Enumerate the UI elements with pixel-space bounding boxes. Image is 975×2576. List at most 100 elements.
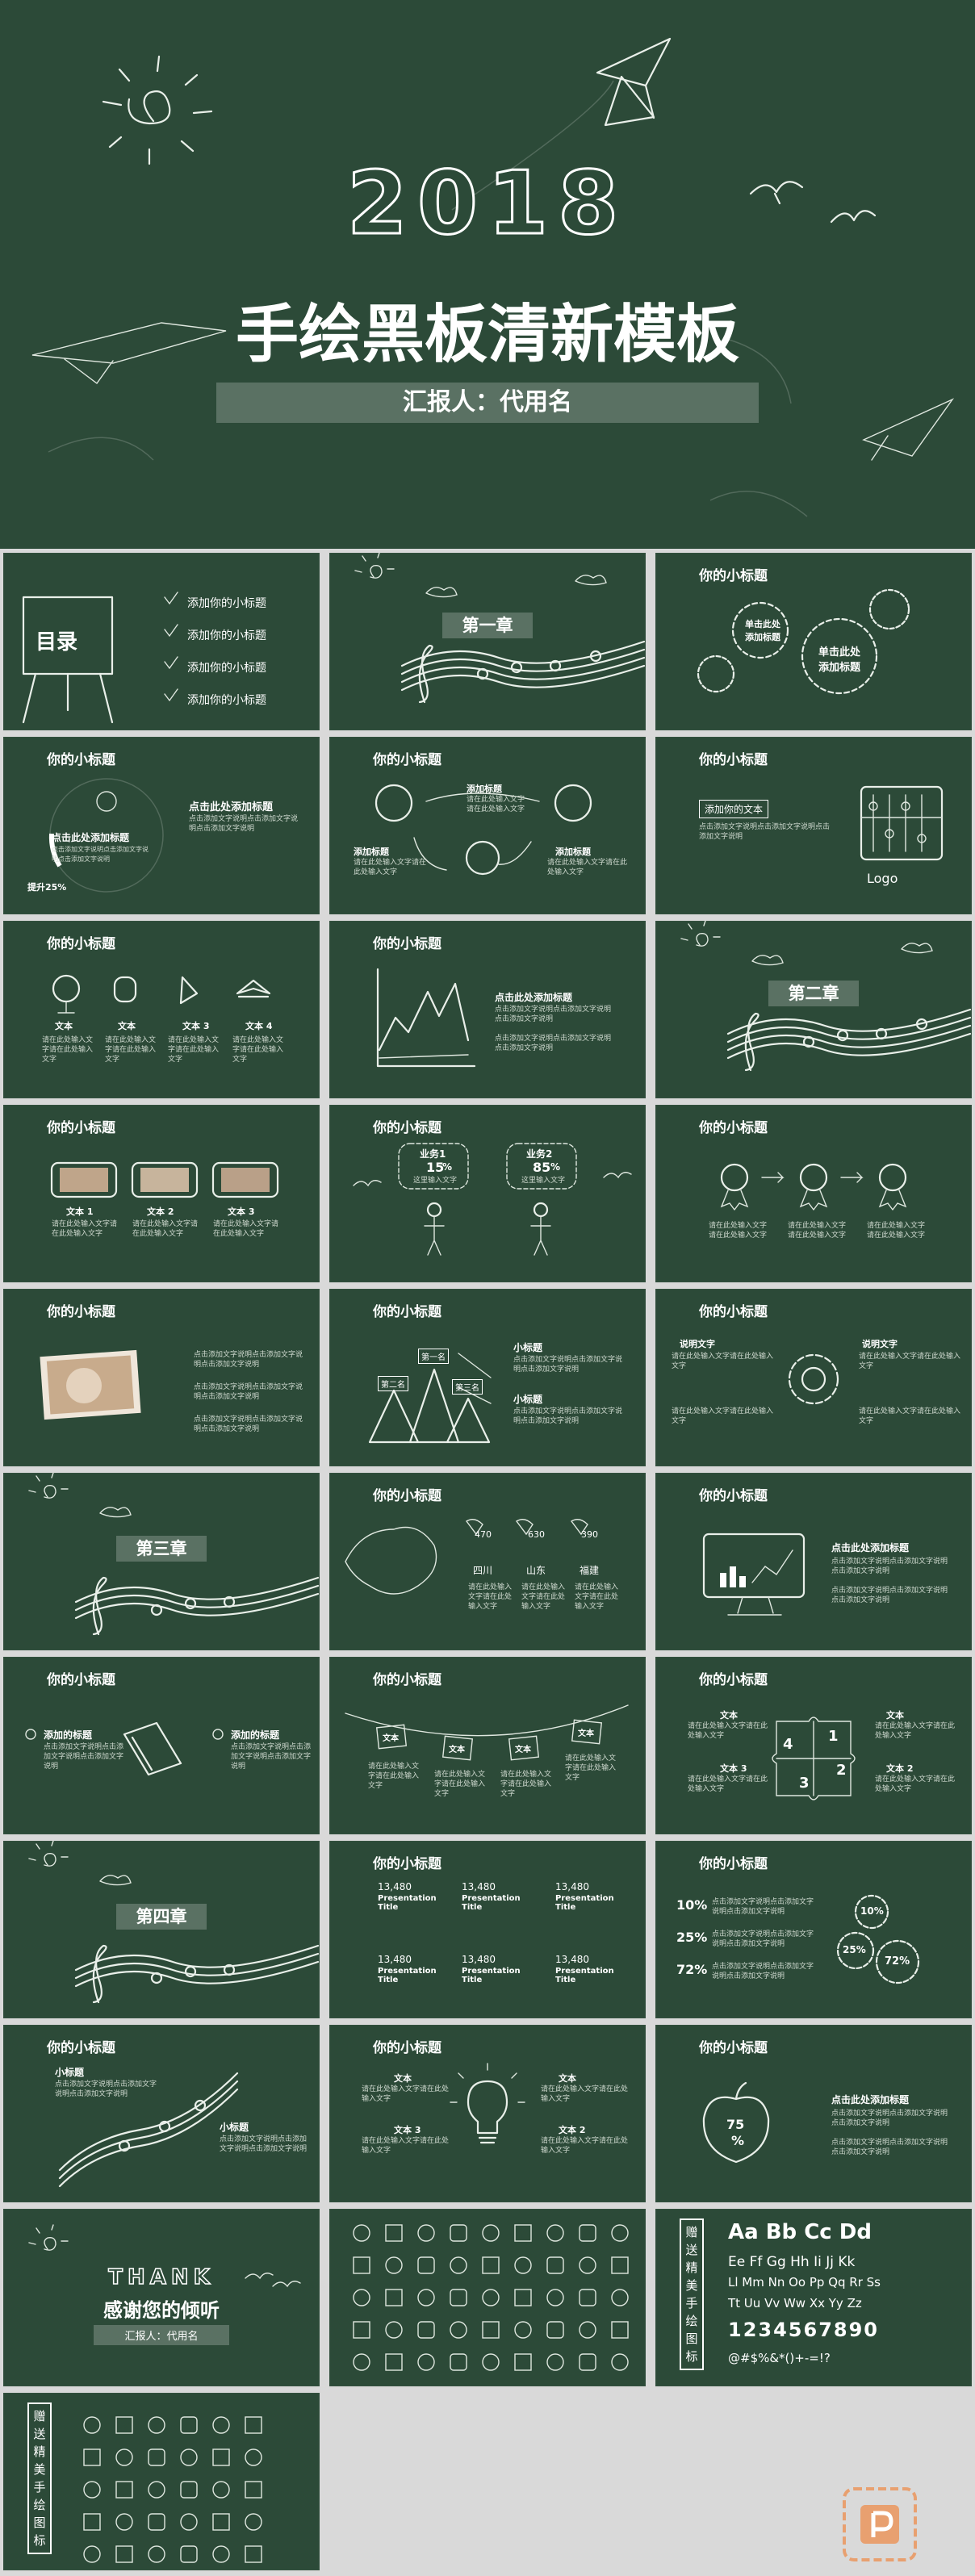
toc-item[interactable]: 添加你的小标题 [187, 595, 266, 611]
stat-title: Presentation Title [555, 1894, 614, 1912]
slide-chapter-1[interactable]: 第一章 [329, 553, 646, 730]
bulb-text: 请在此处输入文字请在此处输入文字 [362, 2137, 450, 2155]
slide-icons-4[interactable]: 你的小标题 文本 文本 文本 3 文本 4 请在此处输入文字请在此处输入文字 请… [3, 921, 320, 1098]
bulb-label: 文本 2 [559, 2125, 586, 2135]
apple-value: 75 [726, 2117, 745, 2132]
slide-cat-photo[interactable]: 你的小标题 点击添加文字说明点击添加文字说明点击添加文字说明 点击添加文字说明点… [3, 1289, 320, 1466]
puzzle-label: 文本 2 [886, 1763, 914, 1774]
puzzle-label: 文本 [886, 1710, 904, 1721]
slide-thanks[interactable]: THANK 感谢您的倾听 汇报人：代用名 [3, 2209, 320, 2386]
slide-podium[interactable]: 你的小标题 第一名 第二名 第三名 小标题 点击添加文字说明点击添加文字说明点击… [329, 1289, 646, 1466]
toc-item[interactable]: 添加你的小标题 [187, 659, 266, 675]
slide-progress[interactable]: 你的小标题 点击此处添加标题 点击添加文字说明点击添加文字说明点击添加文字说明 … [3, 737, 320, 914]
map-value: 630 [528, 1529, 545, 1540]
slide-chapter-3[interactable]: 第三章 [3, 1473, 320, 1650]
slide-photos-3[interactable]: 你的小标题 文本 1 文本 2 文本 3 请在此处输入文字请在此处输入文字 请在… [3, 1105, 320, 1282]
gear-text: 请在此处输入文字请在此处输入文字 [672, 1353, 774, 1370]
music-text: 点击添加文字说明点击添加文字说明点击添加文字说明 [220, 2135, 308, 2153]
photo-text: 请在此处输入文字请在此处输入文字 [132, 1220, 199, 1238]
thanks-en: THANK [107, 2264, 215, 2290]
gear-label: 单击此处添加标题 [745, 619, 780, 642]
gear-percent: 72% [885, 1955, 910, 1968]
map-province: 山东 [526, 1565, 546, 1576]
paper-plane-right [862, 398, 955, 461]
percent-text: 点击添加文字说明点击添加文字说明点击添加文字说明 [712, 1963, 814, 1980]
percent-value: 72% [676, 1962, 708, 1977]
map-text: 请在此处输入文字请在此处输入文字 [575, 1583, 619, 1611]
slide-cycle[interactable]: 你的小标题 添加标题 请在此处输入文字请在此处输入文字 添加标题 请在此处输入文… [329, 737, 646, 914]
cycle-doodle [375, 784, 592, 876]
notebook-text: 点击添加文字说明点击添加文字说明点击添加文字说明 [44, 1743, 124, 1771]
slide-map[interactable]: 你的小标题 470 630 390 四川 山东 福建 请在此处输入文字请在此处输… [329, 1473, 646, 1650]
big-gear [788, 1353, 839, 1405]
music-doodle [58, 2072, 239, 2188]
stat-value: 13,480 [378, 1881, 412, 1892]
slide-stats-grid[interactable]: 你的小标题 13,480 Presentation Title 13,480 P… [329, 1841, 646, 2018]
podium-label: 第一名 [418, 1349, 449, 1364]
line-tag: 文本 [515, 1746, 531, 1754]
apple-text: 点击添加文字说明点击添加文字说明点击添加文字说明 [831, 2110, 948, 2127]
bulb-text: 请在此处输入文字请在此处输入文字 [541, 2085, 629, 2103]
apple-unit: % [731, 2133, 745, 2148]
toc-item[interactable]: 添加你的小标题 [187, 692, 266, 708]
line-text: 请在此处输入文字请在此处输入文字 [565, 1754, 617, 1782]
icon-label: 文本 [55, 1021, 73, 1031]
stat-value: 13,480 [555, 1954, 589, 1965]
letters-line: Ee Ff Gg Hh Ii Jj Kk [728, 2254, 856, 2270]
podium-text: 点击添加文字说明点击添加文字说明点击添加文字说明 [513, 1356, 623, 1374]
puzzle-num: 1 [828, 1728, 839, 1745]
letters-line: Aa Bb Cc Dd [728, 2220, 872, 2244]
gears-doodle [697, 588, 910, 695]
photo-text: 请在此处输入文字请在此处输入文字 [213, 1220, 279, 1238]
icon-text: 请在此处输入文字请在此处输入文字 [232, 1036, 284, 1064]
slide-chapter-4[interactable]: 第四章 [3, 1841, 320, 2018]
icon-label: 文本 4 [245, 1021, 273, 1031]
slide-lightbulb[interactable]: 你的小标题 文本 请在此处输入文字请在此处输入文字 文本 3 请在此处输入文字请… [329, 2025, 646, 2202]
podium-label: 第三名 [452, 1379, 483, 1395]
slide-gear-text[interactable]: 你的小标题 说明文字 请在此处输入文字请在此处输入文字 请在此处输入文字请在此处… [655, 1289, 972, 1466]
slide-speech-bubbles[interactable]: 你的小标题 业务1 15 % 这里输入文字 业务2 85 % 这里输入文字 [329, 1105, 646, 1282]
slide-puzzle[interactable]: 你的小标题 4 1 2 3 文本 请在此处输入文字请在此处输入文字 文本 3 请… [655, 1657, 972, 1834]
slide-line-chart[interactable]: 你的小标题 点击此处添加标题 点击添加文字说明点击添加文字说明点击添加文字说明 … [329, 921, 646, 1098]
slide-clothesline[interactable]: 你的小标题 文本 文本 文本 文本 请在此处输入文字请在此处输入文字 请在此处输… [329, 1657, 646, 1834]
toc-item[interactable]: 添加你的小标题 [187, 627, 266, 643]
slide-apple[interactable]: 你的小标题 75 % 点击此处添加标题 点击添加文字说明点击添加文字说明点击添加… [655, 2025, 972, 2202]
map-province: 四川 [473, 1565, 493, 1576]
stat-value: 13,480 [378, 1954, 412, 1965]
percent-text: 点击添加文字说明点击添加文字说明点击添加文字说明 [712, 1930, 814, 1948]
digits-line: 1234567890 [728, 2319, 879, 2341]
slide-medals[interactable]: 你的小标题 请在此处输入文字请在此处输入文字 请在此处输入文字请在此处输入文字 … [655, 1105, 972, 1282]
bulb-label: 文本 3 [394, 2125, 421, 2135]
slide-icon-sheet-2[interactable]: 赠送精美手绘图标 [3, 2393, 320, 2570]
notebook-text: 点击添加文字说明点击添加文字说明点击添加文字说明 [231, 1743, 312, 1771]
slide-percent-gears[interactable]: 你的小标题 10% 点击添加文字说明点击添加文字说明点击添加文字说明 25% 点… [655, 1841, 972, 2018]
puzzle-label: 文本 3 [720, 1763, 747, 1774]
line-tag: 文本 [578, 1729, 594, 1738]
stat-title: Presentation Title [462, 1967, 521, 1984]
slide-toc[interactable]: 目录 添加你的小标题 添加你的小标题 添加你的小标题 添加你的小标题 [3, 553, 320, 730]
music-head: 小标题 [55, 2067, 85, 2078]
line-tag: 文本 [449, 1746, 465, 1754]
chapter-label: 第二章 [768, 981, 859, 1006]
slide-font-sheet[interactable]: 赠送精美手绘图标 Aa Bb Cc Dd Ee Ff Gg Hh Ii Jj K… [655, 2209, 972, 2386]
clothesline-doodle [345, 1704, 629, 1761]
music-text: 点击添加文字说明点击添加文字说明点击添加文字说明 [55, 2080, 157, 2098]
music-doodle [28, 1841, 320, 2004]
abacus-doodle [860, 785, 944, 861]
bulb-text: 请在此处输入文字请在此处输入文字 [362, 2085, 450, 2103]
gear-percent: 25% [843, 1944, 866, 1955]
slide-gears[interactable]: 你的小标题 单击此处添加标题 单击此处添加标题 [655, 553, 972, 730]
medical-icons-grid [353, 2224, 629, 2371]
gear-label: 单击此处添加标题 [818, 646, 860, 674]
business-icons-grid [83, 2416, 262, 2563]
line-text: 请在此处输入文字请在此处输入文字 [434, 1771, 486, 1798]
slide-music-text[interactable]: 你的小标题 小标题 点击添加文字说明点击添加文字说明点击添加文字说明 小标题 点… [3, 2025, 320, 2202]
medal-text: 请在此处输入文字请在此处输入文字 [788, 1222, 847, 1240]
slide-notebook[interactable]: 你的小标题 添加的标题 点击添加文字说明点击添加文字说明点击添加文字说明 添加的… [3, 1657, 320, 1834]
slide-chapter-2[interactable]: 第二章 [655, 921, 972, 1098]
slide-abacus[interactable]: 你的小标题 添加你的文本 点击添加文字说明点击添加文字说明点击添加文字说明 Lo… [655, 737, 972, 914]
slide-icon-sheet[interactable] [329, 2209, 646, 2386]
slide-monitor-chart[interactable]: 你的小标题 点击此处添加标题 点击添加文字说明点击添加文字说明点击添加文字说明 … [655, 1473, 972, 1650]
gear-heading: 说明文字 [680, 1339, 715, 1349]
percent-value: 10% [676, 1897, 708, 1913]
